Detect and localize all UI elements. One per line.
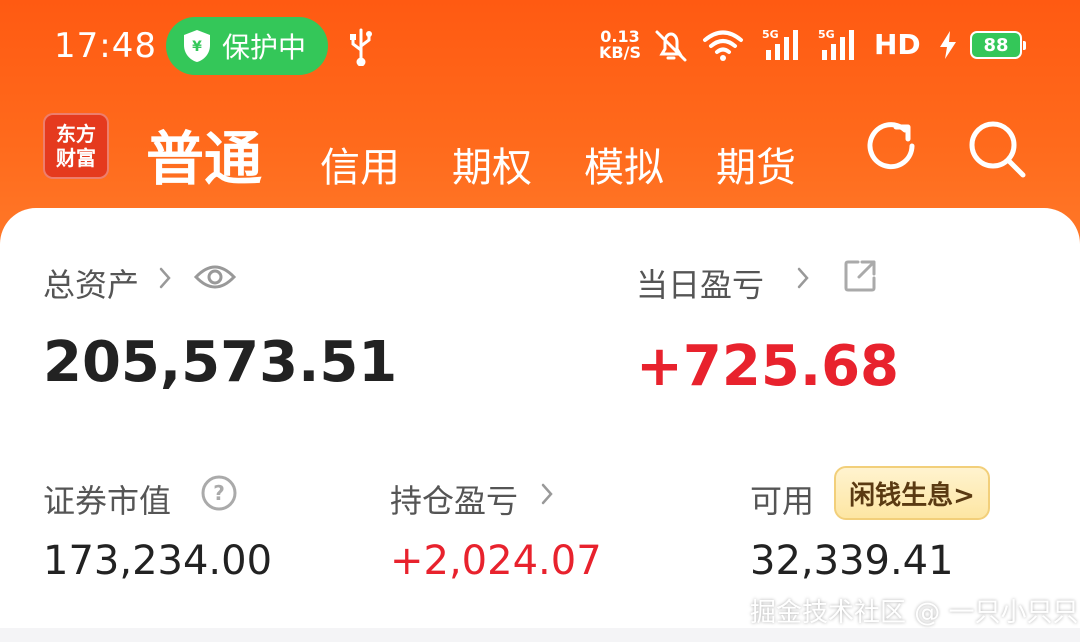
total-assets-value: 205,573.51 (43, 330, 398, 395)
total-assets-label[interactable]: 总资产 (43, 260, 139, 306)
status-time: 17:48 (54, 26, 157, 66)
tab-futures[interactable]: 期货 (716, 135, 796, 193)
svg-text:¥: ¥ (192, 39, 202, 55)
refresh-icon[interactable] (862, 118, 922, 178)
network-type: HD (874, 28, 921, 61)
usb-icon (350, 28, 372, 66)
svg-text:?: ? (213, 481, 225, 505)
day-pnl-value: +725.68 (636, 334, 900, 399)
tab-normal-account[interactable]: 普通 (146, 112, 262, 196)
bolt-icon (940, 31, 956, 59)
status-bar: 17:48 ¥ 保护中 0.13 KB/S 5G 5G HD 88 (0, 0, 1080, 92)
app-logo[interactable]: 东方 财富 (43, 113, 109, 179)
day-pnl-label[interactable]: 当日盈亏 (636, 260, 764, 306)
holding-pnl-value: +2,024.07 (390, 538, 602, 584)
signal-icon: 5G (818, 28, 854, 60)
holding-pnl-label[interactable]: 持仓盈亏 (390, 476, 518, 522)
svg-text:5G: 5G (762, 28, 779, 41)
signal-icon: 5G (762, 28, 798, 60)
chevron-right-icon[interactable] (796, 266, 810, 290)
account-summary-card: 总资产 205,573.51 当日盈亏 +725.68 证券市值 ? 持仓盈亏 … (0, 208, 1080, 628)
external-link-icon[interactable] (842, 258, 878, 294)
tab-options[interactable]: 期权 (452, 135, 532, 193)
svg-text:5G: 5G (818, 28, 835, 41)
battery-icon: 88 (970, 31, 1026, 59)
chevron-right-icon[interactable] (540, 482, 554, 506)
tab-simulation[interactable]: 模拟 (584, 135, 664, 193)
securities-value: 173,234.00 (43, 538, 273, 584)
securities-value-label: 证券市值 (43, 482, 172, 520)
available-value: 32,339.41 (750, 538, 954, 584)
search-icon[interactable] (966, 118, 1028, 180)
eye-icon[interactable] (194, 262, 236, 292)
wifi-icon (703, 30, 743, 61)
network-speed: 0.13 KB/S (599, 27, 641, 62)
tab-credit[interactable]: 信用 (320, 135, 400, 193)
protect-label: 保护中 (222, 31, 307, 64)
idle-money-button[interactable]: 闲钱生息> (834, 466, 990, 520)
available-label: 可用 (750, 482, 815, 520)
help-icon[interactable]: ? (200, 474, 238, 512)
watermark: 掘金技术社区 @ 一只小只只 (750, 598, 1079, 628)
chevron-right-icon[interactable] (158, 266, 172, 290)
protect-badge[interactable]: ¥ 保护中 (166, 17, 328, 75)
mute-icon (655, 30, 687, 62)
shield-icon: ¥ (184, 30, 210, 62)
